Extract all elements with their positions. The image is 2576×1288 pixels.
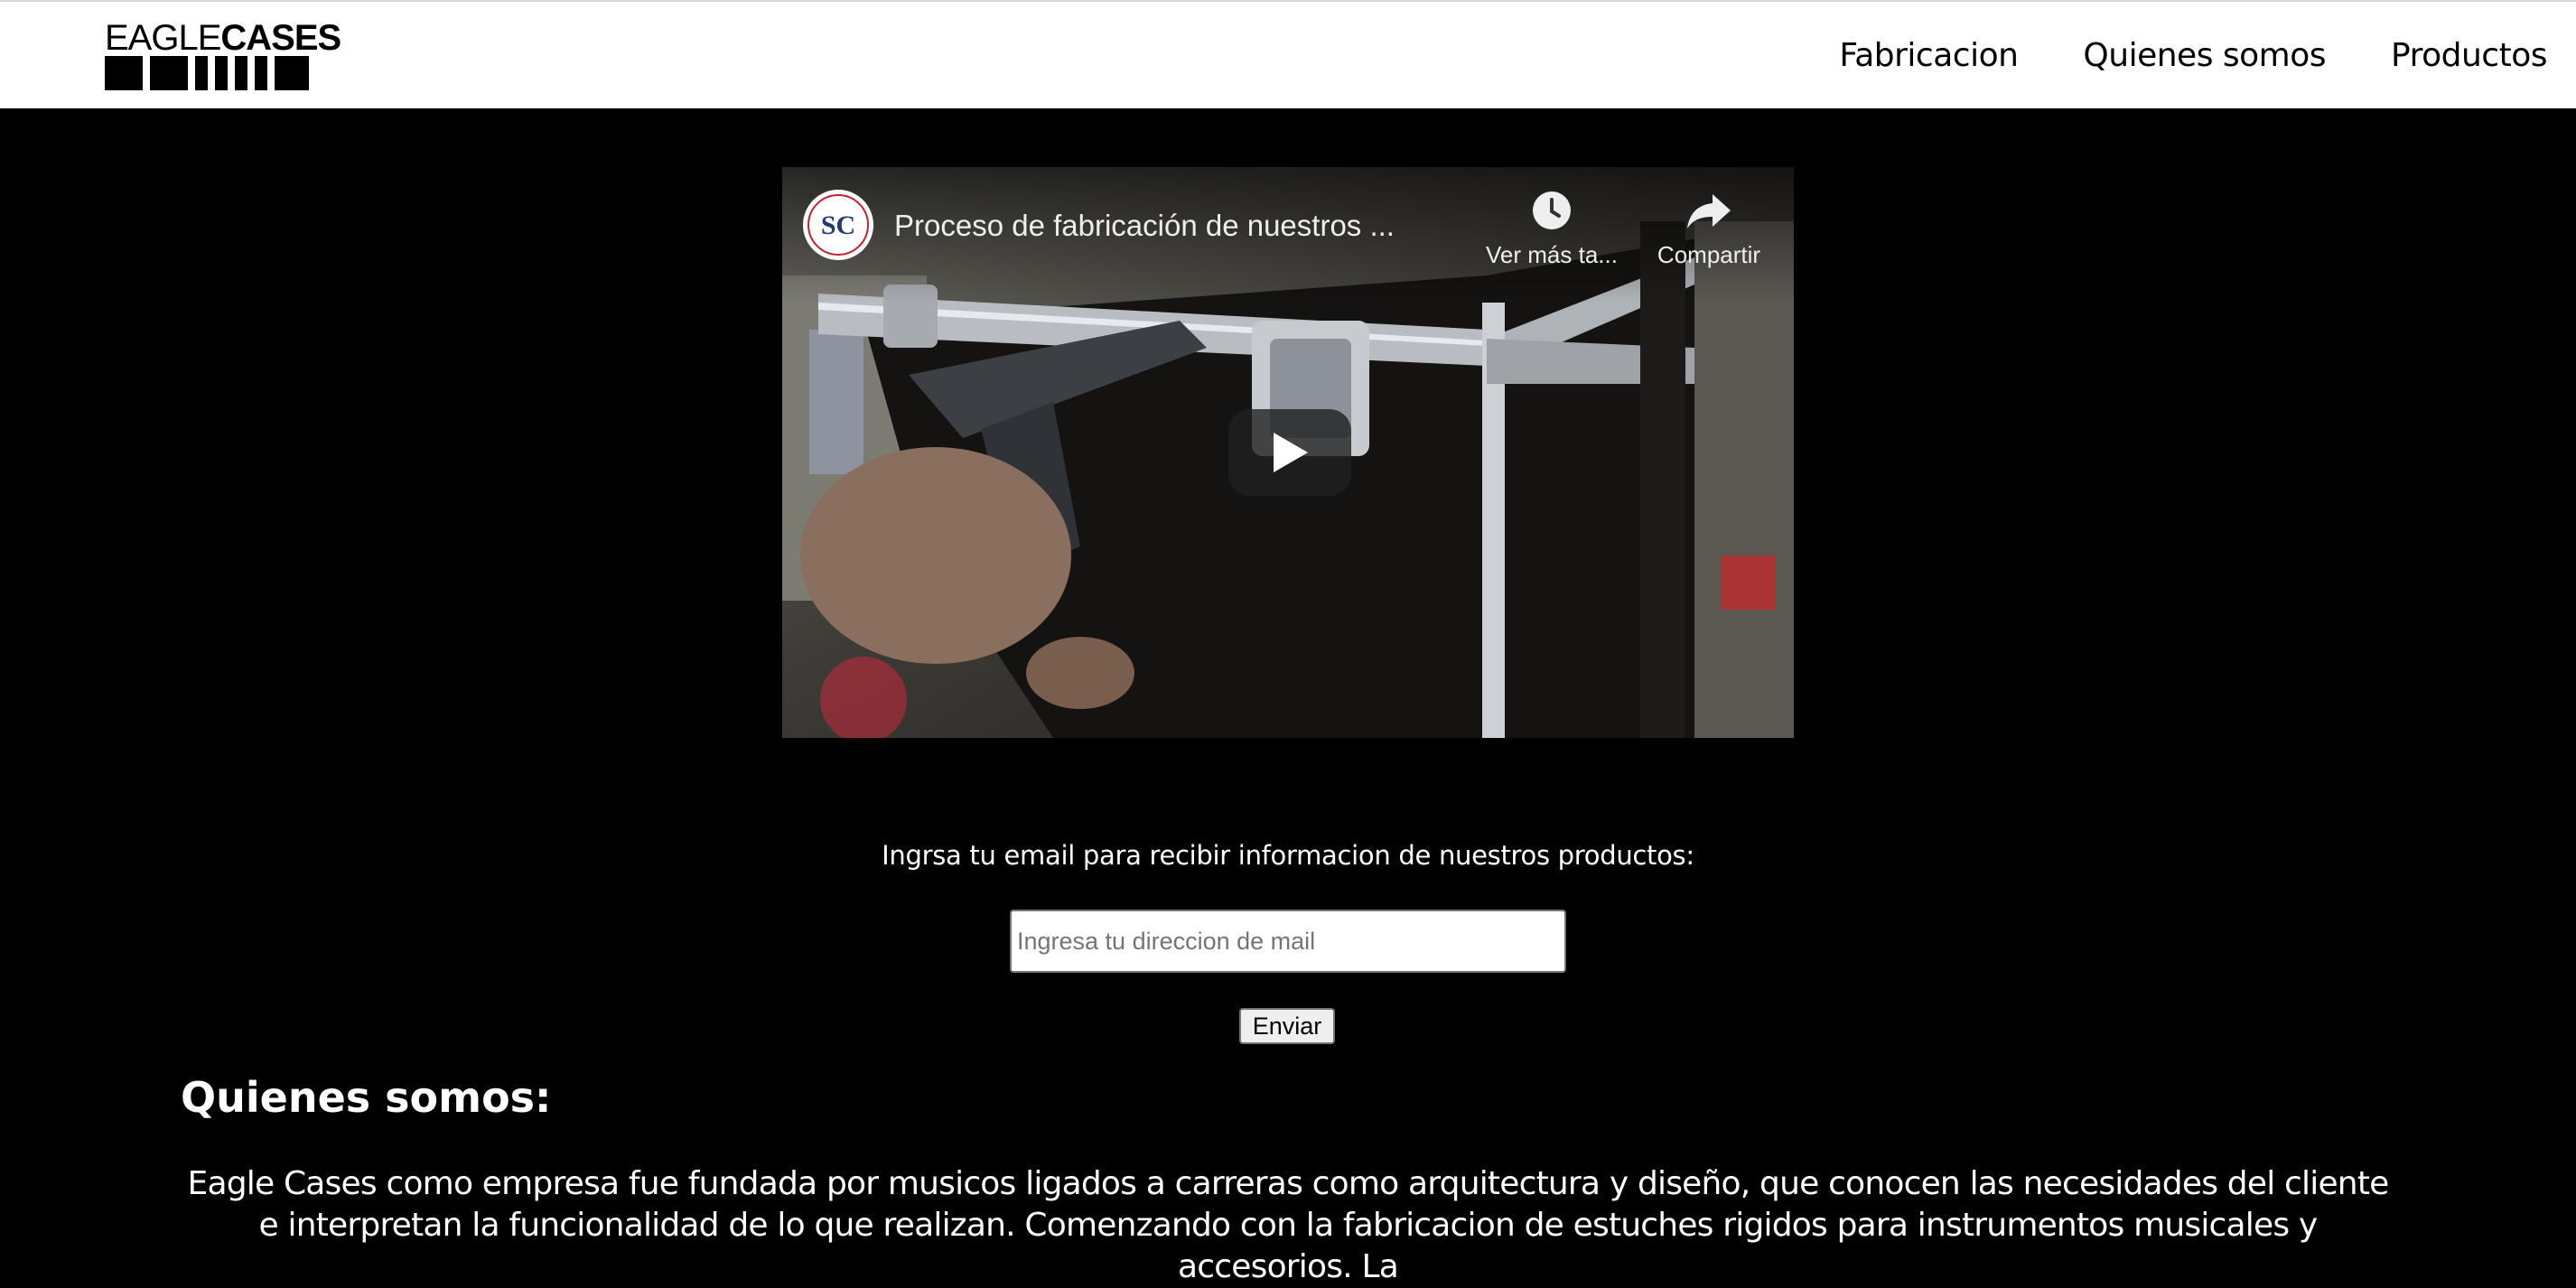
logo-text-eagle: EAGLE xyxy=(105,18,221,58)
video-title[interactable]: Proceso de fabricación de nuestros ... xyxy=(894,209,1395,243)
share-button[interactable]: Compartir xyxy=(1628,187,1790,269)
share-arrow-icon xyxy=(1687,194,1731,229)
play-button[interactable] xyxy=(1228,409,1351,496)
sylvancases-logo-icon[interactable]: SC xyxy=(802,189,874,261)
eaglecases-logo[interactable]: EAGLECASES xyxy=(105,20,341,90)
about-text: Eagle Cases como empresa fue fundada por… xyxy=(187,1165,2390,1285)
watch-later-label: Ver más ta... xyxy=(1486,241,1618,268)
nav-productos[interactable]: Productos xyxy=(2391,34,2547,78)
logo-text: EAGLECASES xyxy=(105,20,341,56)
svg-text:SC: SC xyxy=(821,210,855,240)
main-nav: Fabricacion Quienes somos Productos xyxy=(1839,34,2547,78)
email-input[interactable] xyxy=(1010,910,1566,973)
about-title: Quienes somos: xyxy=(181,1073,552,1122)
signup-label: Ingrsa tu email para recibir informacion… xyxy=(882,840,1694,871)
send-button[interactable]: Enviar xyxy=(1239,1008,1335,1044)
watch-later-button[interactable]: Ver más ta... xyxy=(1461,187,1642,269)
logo-text-cases: CASES xyxy=(220,18,341,58)
share-label: Compartir xyxy=(1657,241,1761,268)
site-header: EAGLECASES Fabricacion Quienes somos Pro… xyxy=(0,0,2576,108)
play-icon xyxy=(1274,433,1308,472)
nav-fabricacion[interactable]: Fabricacion xyxy=(1839,34,2019,78)
clock-icon xyxy=(1533,191,1571,229)
logo-blocks-icon xyxy=(105,56,309,90)
nav-quienes-somos[interactable]: Quienes somos xyxy=(2083,34,2326,78)
youtube-video-embed[interactable]: SC Proceso de fabricación de nuestros ..… xyxy=(782,167,1794,738)
